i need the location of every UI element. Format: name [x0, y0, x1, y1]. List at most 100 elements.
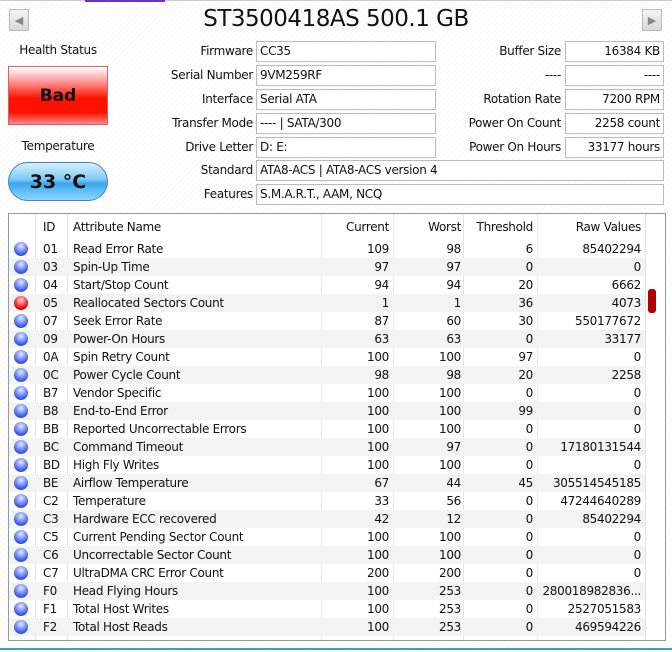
table-row[interactable]: C5 Current Pending Sector Count 100 100 …	[9, 528, 645, 546]
status-bad-icon	[14, 296, 28, 310]
scrollbar-thumb[interactable]	[648, 289, 656, 313]
table-row[interactable]: 04 Start/Stop Count 94 94 20 6662	[9, 276, 645, 294]
cell-current: 94	[374, 278, 389, 292]
cell-raw: 0	[633, 422, 641, 436]
cell-threshold: 20	[518, 278, 533, 292]
cell-current: 42	[374, 512, 389, 526]
table-row[interactable]: C7 UltraDMA CRC Error Count 200 200 0 0	[9, 564, 645, 582]
cell-name: Read Error Rate	[73, 242, 164, 256]
field-label: ----	[544, 68, 561, 82]
status-ok-icon	[14, 314, 28, 328]
cell-threshold: 0	[525, 584, 533, 598]
cell-worst: 44	[446, 476, 461, 490]
field-label: Power On Count	[468, 116, 562, 130]
cell-threshold: 97	[518, 350, 533, 364]
cell-id: BC	[43, 440, 59, 454]
cell-current: 98	[374, 368, 389, 382]
table-row[interactable]: F0 Head Flying Hours 100 253 0 280018982…	[9, 582, 645, 600]
table-row[interactable]: F1 Total Host Writes 100 253 0 252705158…	[9, 600, 645, 618]
status-ok-icon	[14, 332, 28, 346]
cell-raw: 0	[633, 350, 641, 364]
cell-worst: 1	[453, 296, 461, 310]
cell-raw: 2527051583	[567, 602, 641, 616]
table-row[interactable]: 0A Spin Retry Count 100 100 97 0	[9, 348, 645, 366]
table-row[interactable]: F2 Total Host Reads 100 253 0 469594226	[9, 618, 645, 636]
cell-id: BE	[43, 476, 59, 490]
cell-name: Hardware ECC recovered	[73, 512, 217, 526]
previous-disk-button[interactable]: ◀	[9, 9, 29, 31]
cell-raw: 0	[633, 566, 641, 580]
cell-worst: 253	[438, 620, 461, 634]
field-label: Transfer Mode	[172, 116, 253, 130]
cell-name: Temperature	[73, 494, 146, 508]
field-label: Rotation Rate	[483, 92, 561, 106]
cell-raw: 305514545185	[552, 476, 641, 490]
next-disk-button[interactable]: ▶	[642, 9, 662, 31]
health-status-badge[interactable]: Bad	[8, 66, 108, 125]
cell-name: Power-On Hours	[73, 332, 165, 346]
table-row[interactable]: 09 Power-On Hours 63 63 0 33177	[9, 330, 645, 348]
field-value: 9VM259RF	[256, 65, 436, 86]
cell-threshold: 0	[525, 602, 533, 616]
cell-threshold: 0	[525, 458, 533, 472]
table-row[interactable]: 05 Reallocated Sectors Count 1 1 36 4073	[9, 294, 645, 312]
table-row[interactable]: C2 Temperature 33 56 0 47244640289	[9, 492, 645, 510]
table-row[interactable]: C3 Hardware ECC recovered 42 12 0 854022…	[9, 510, 645, 528]
field-label: Firmware	[200, 44, 253, 58]
cell-current: 100	[366, 548, 389, 562]
table-row[interactable]: 01 Read Error Rate 109 98 6 85402294	[9, 240, 645, 258]
cell-raw: 0	[633, 404, 641, 418]
header-id[interactable]: ID	[43, 218, 73, 236]
table-row[interactable]: B7 Vendor Specific 100 100 0 0	[9, 384, 645, 402]
header-worst[interactable]: Worst	[393, 218, 461, 236]
cell-raw: 6662	[611, 278, 641, 292]
cell-threshold: 0	[525, 530, 533, 544]
cell-worst: 12	[446, 512, 461, 526]
cell-name: High Fly Writes	[73, 458, 159, 472]
header-attribute-name[interactable]: Attribute Name	[73, 218, 323, 236]
cell-threshold: 36	[518, 296, 533, 310]
cell-name: Spin Retry Count	[73, 350, 170, 364]
cell-worst: 100	[438, 458, 461, 472]
cell-name: Start/Stop Count	[73, 278, 169, 292]
cell-raw: 469594226	[574, 620, 641, 634]
table-row[interactable]: C6 Uncorrectable Sector Count 100 100 0 …	[9, 546, 645, 564]
cell-current: 200	[366, 566, 389, 580]
cell-raw: 33177	[604, 332, 641, 346]
header-current[interactable]: Current	[321, 218, 389, 236]
cell-raw: 85402294	[582, 242, 641, 256]
cell-id: F0	[43, 584, 57, 598]
table-row[interactable]: 07 Seek Error Rate 87 60 30 550177672	[9, 312, 645, 330]
cell-current: 100	[366, 530, 389, 544]
cell-name: Command Timeout	[73, 440, 184, 454]
cell-raw: 0	[633, 548, 641, 562]
cell-worst: 100	[438, 404, 461, 418]
status-ok-icon	[14, 350, 28, 364]
header-threshold[interactable]: Threshold	[463, 218, 533, 236]
active-tab-indicator[interactable]	[85, 0, 165, 2]
cell-threshold: 0	[525, 494, 533, 508]
window-bottom-border	[0, 648, 672, 650]
field-value: ----	[565, 65, 664, 86]
cell-threshold: 0	[525, 260, 533, 274]
temperature-badge[interactable]: 33 °C	[8, 162, 108, 201]
status-ok-icon	[14, 584, 28, 598]
cell-worst: 97	[446, 260, 461, 274]
table-row[interactable]: 03 Spin-Up Time 97 97 0 0	[9, 258, 645, 276]
disk-title: ST3500418AS 500.1 GB	[203, 6, 469, 32]
cell-worst: 100	[438, 350, 461, 364]
left-arrow-icon: ◀	[14, 13, 24, 27]
cell-current: 100	[366, 350, 389, 364]
cell-threshold: 0	[525, 440, 533, 454]
right-arrow-icon: ▶	[647, 13, 657, 27]
table-row[interactable]: BE Airflow Temperature 67 44 45 30551454…	[9, 474, 645, 492]
cell-threshold: 30	[518, 314, 533, 328]
table-row[interactable]: BB Reported Uncorrectable Errors 100 100…	[9, 420, 645, 438]
cell-id: 05	[43, 296, 58, 310]
table-row[interactable]: B8 End-to-End Error 100 100 99 0	[9, 402, 645, 420]
table-row[interactable]: BC Command Timeout 100 97 0 17180131544	[9, 438, 645, 456]
cell-id: F2	[43, 620, 57, 634]
header-raw-values[interactable]: Raw Values	[537, 218, 641, 236]
table-row[interactable]: BD High Fly Writes 100 100 0 0	[9, 456, 645, 474]
table-row[interactable]: 0C Power Cycle Count 98 98 20 2258	[9, 366, 645, 384]
